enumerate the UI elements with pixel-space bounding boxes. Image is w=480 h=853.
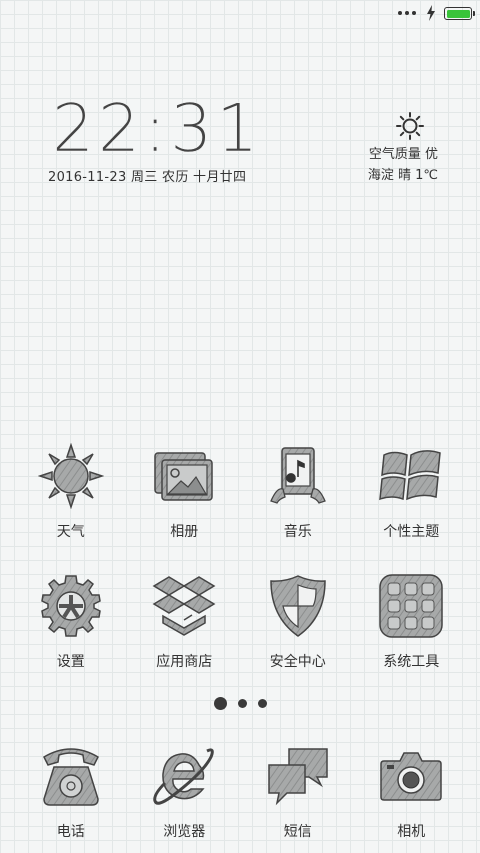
app-settings[interactable]: 设置	[14, 573, 128, 671]
browser-icon	[153, 748, 215, 805]
app-label: 短信	[283, 824, 312, 840]
gear-icon	[40, 575, 101, 637]
app-label: 相机	[397, 824, 426, 840]
app-label: 相册	[170, 524, 199, 540]
app-label: 系统工具	[383, 654, 440, 670]
app-label: 设置	[56, 654, 85, 670]
battery-fill	[446, 9, 470, 18]
sun-icon	[37, 443, 104, 509]
app-browser[interactable]: 浏览器	[128, 743, 242, 841]
app-messages[interactable]: 短信	[241, 743, 355, 841]
app-store[interactable]: 应用商店	[128, 573, 242, 671]
gallery-icon	[154, 452, 213, 501]
page-dot[interactable]	[257, 699, 267, 708]
app-row-1: 天气 相册 音乐 个性主题	[0, 443, 480, 541]
phone-icon	[42, 748, 99, 806]
date-text[interactable]: 2016-11-23 周三 农历 十月廿四	[48, 166, 246, 185]
shield-icon	[269, 575, 326, 637]
app-label: 浏览器	[163, 824, 206, 840]
tools-grid-icon	[379, 574, 443, 638]
app-label: 应用商店	[156, 654, 213, 670]
app-security[interactable]: 安全中心	[241, 573, 355, 671]
app-label: 个性主题	[383, 524, 440, 540]
page-dot[interactable]	[237, 699, 247, 708]
app-themes[interactable]: 个性主题	[355, 443, 469, 541]
messages-icon	[268, 748, 328, 806]
app-label: 音乐	[283, 524, 312, 540]
dock: 电话 浏览器 短信 相机	[0, 743, 480, 841]
app-music[interactable]: 音乐	[241, 443, 355, 541]
app-label: 电话	[56, 824, 85, 840]
charging-bolt-icon	[427, 5, 435, 21]
page-dot-active[interactable]	[213, 697, 227, 710]
app-label: 天气	[56, 524, 85, 540]
battery-icon	[444, 7, 475, 20]
page-indicator[interactable]	[0, 697, 480, 710]
app-camera[interactable]: 相机	[355, 743, 469, 841]
sun-icon	[396, 112, 424, 140]
status-bar	[0, 0, 480, 30]
theme-windows-icon	[379, 450, 442, 501]
weather-widget[interactable]: 空气质量 优 海淀 晴 1℃	[367, 112, 438, 186]
app-system-tools[interactable]: 系统工具	[355, 573, 469, 671]
signal-dots-icon	[398, 11, 416, 15]
app-label: 安全中心	[269, 654, 326, 670]
weather-location-text: 海淀 晴 1℃	[367, 168, 438, 183]
app-gallery[interactable]: 相册	[128, 443, 242, 541]
app-row-2: 设置 应用商店 安全中心 系统工具	[0, 573, 480, 671]
app-weather[interactable]: 天气	[14, 443, 128, 541]
camera-icon	[380, 752, 442, 801]
clock-time[interactable]: 22:31	[52, 90, 262, 168]
air-quality-text: 空气质量 优	[368, 147, 438, 162]
box-icon	[152, 576, 216, 636]
music-icon	[269, 447, 326, 504]
app-phone[interactable]: 电话	[14, 743, 128, 841]
